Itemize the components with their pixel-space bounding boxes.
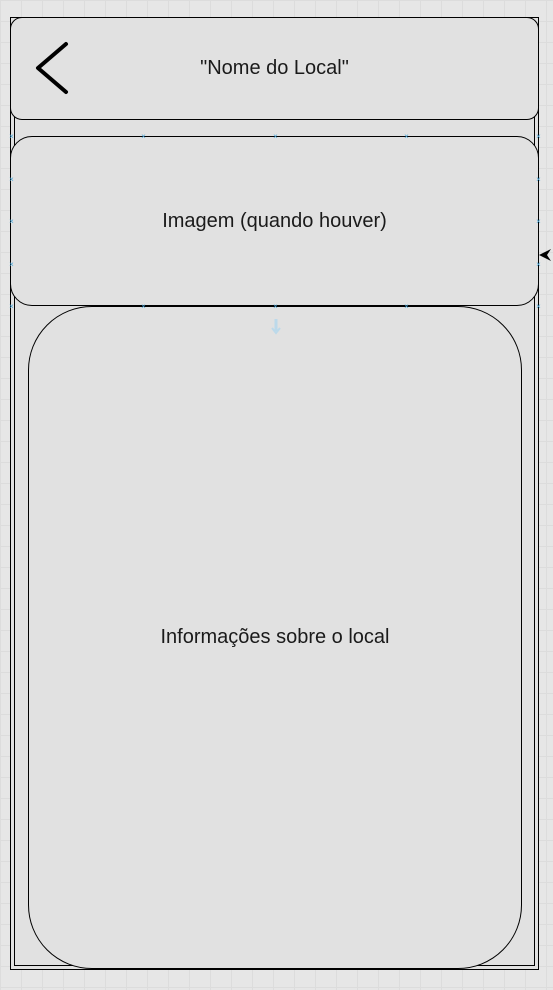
header-bar: "Nome do Local" (10, 17, 539, 120)
selection-handle (404, 304, 409, 309)
selection-handle (536, 304, 541, 309)
place-name-title: "Nome do Local" (200, 57, 349, 79)
selection-handle (404, 134, 409, 139)
selection-handle (9, 304, 14, 309)
image-placeholder-label: Imagem (quando houver) (162, 209, 387, 232)
selection-handle (536, 219, 541, 224)
arrow-left-icon (539, 249, 551, 261)
selection-handle (9, 134, 14, 139)
image-placeholder: Imagem (quando houver) (10, 136, 539, 306)
selection-handle (536, 134, 541, 139)
place-info-label: Informações sobre o local (160, 626, 390, 648)
connector-arrow-icon[interactable] (270, 318, 282, 336)
chevron-left-icon[interactable] (30, 40, 74, 96)
selection-handle (9, 262, 14, 267)
selection-handle (9, 177, 14, 182)
place-info-panel: Informações sobre o local (28, 306, 522, 969)
selection-handle (536, 177, 541, 182)
selection-handle (141, 304, 146, 309)
selection-handle (273, 304, 278, 309)
selection-handle (141, 134, 146, 139)
selection-handle (273, 134, 278, 139)
selection-handle (9, 219, 14, 224)
